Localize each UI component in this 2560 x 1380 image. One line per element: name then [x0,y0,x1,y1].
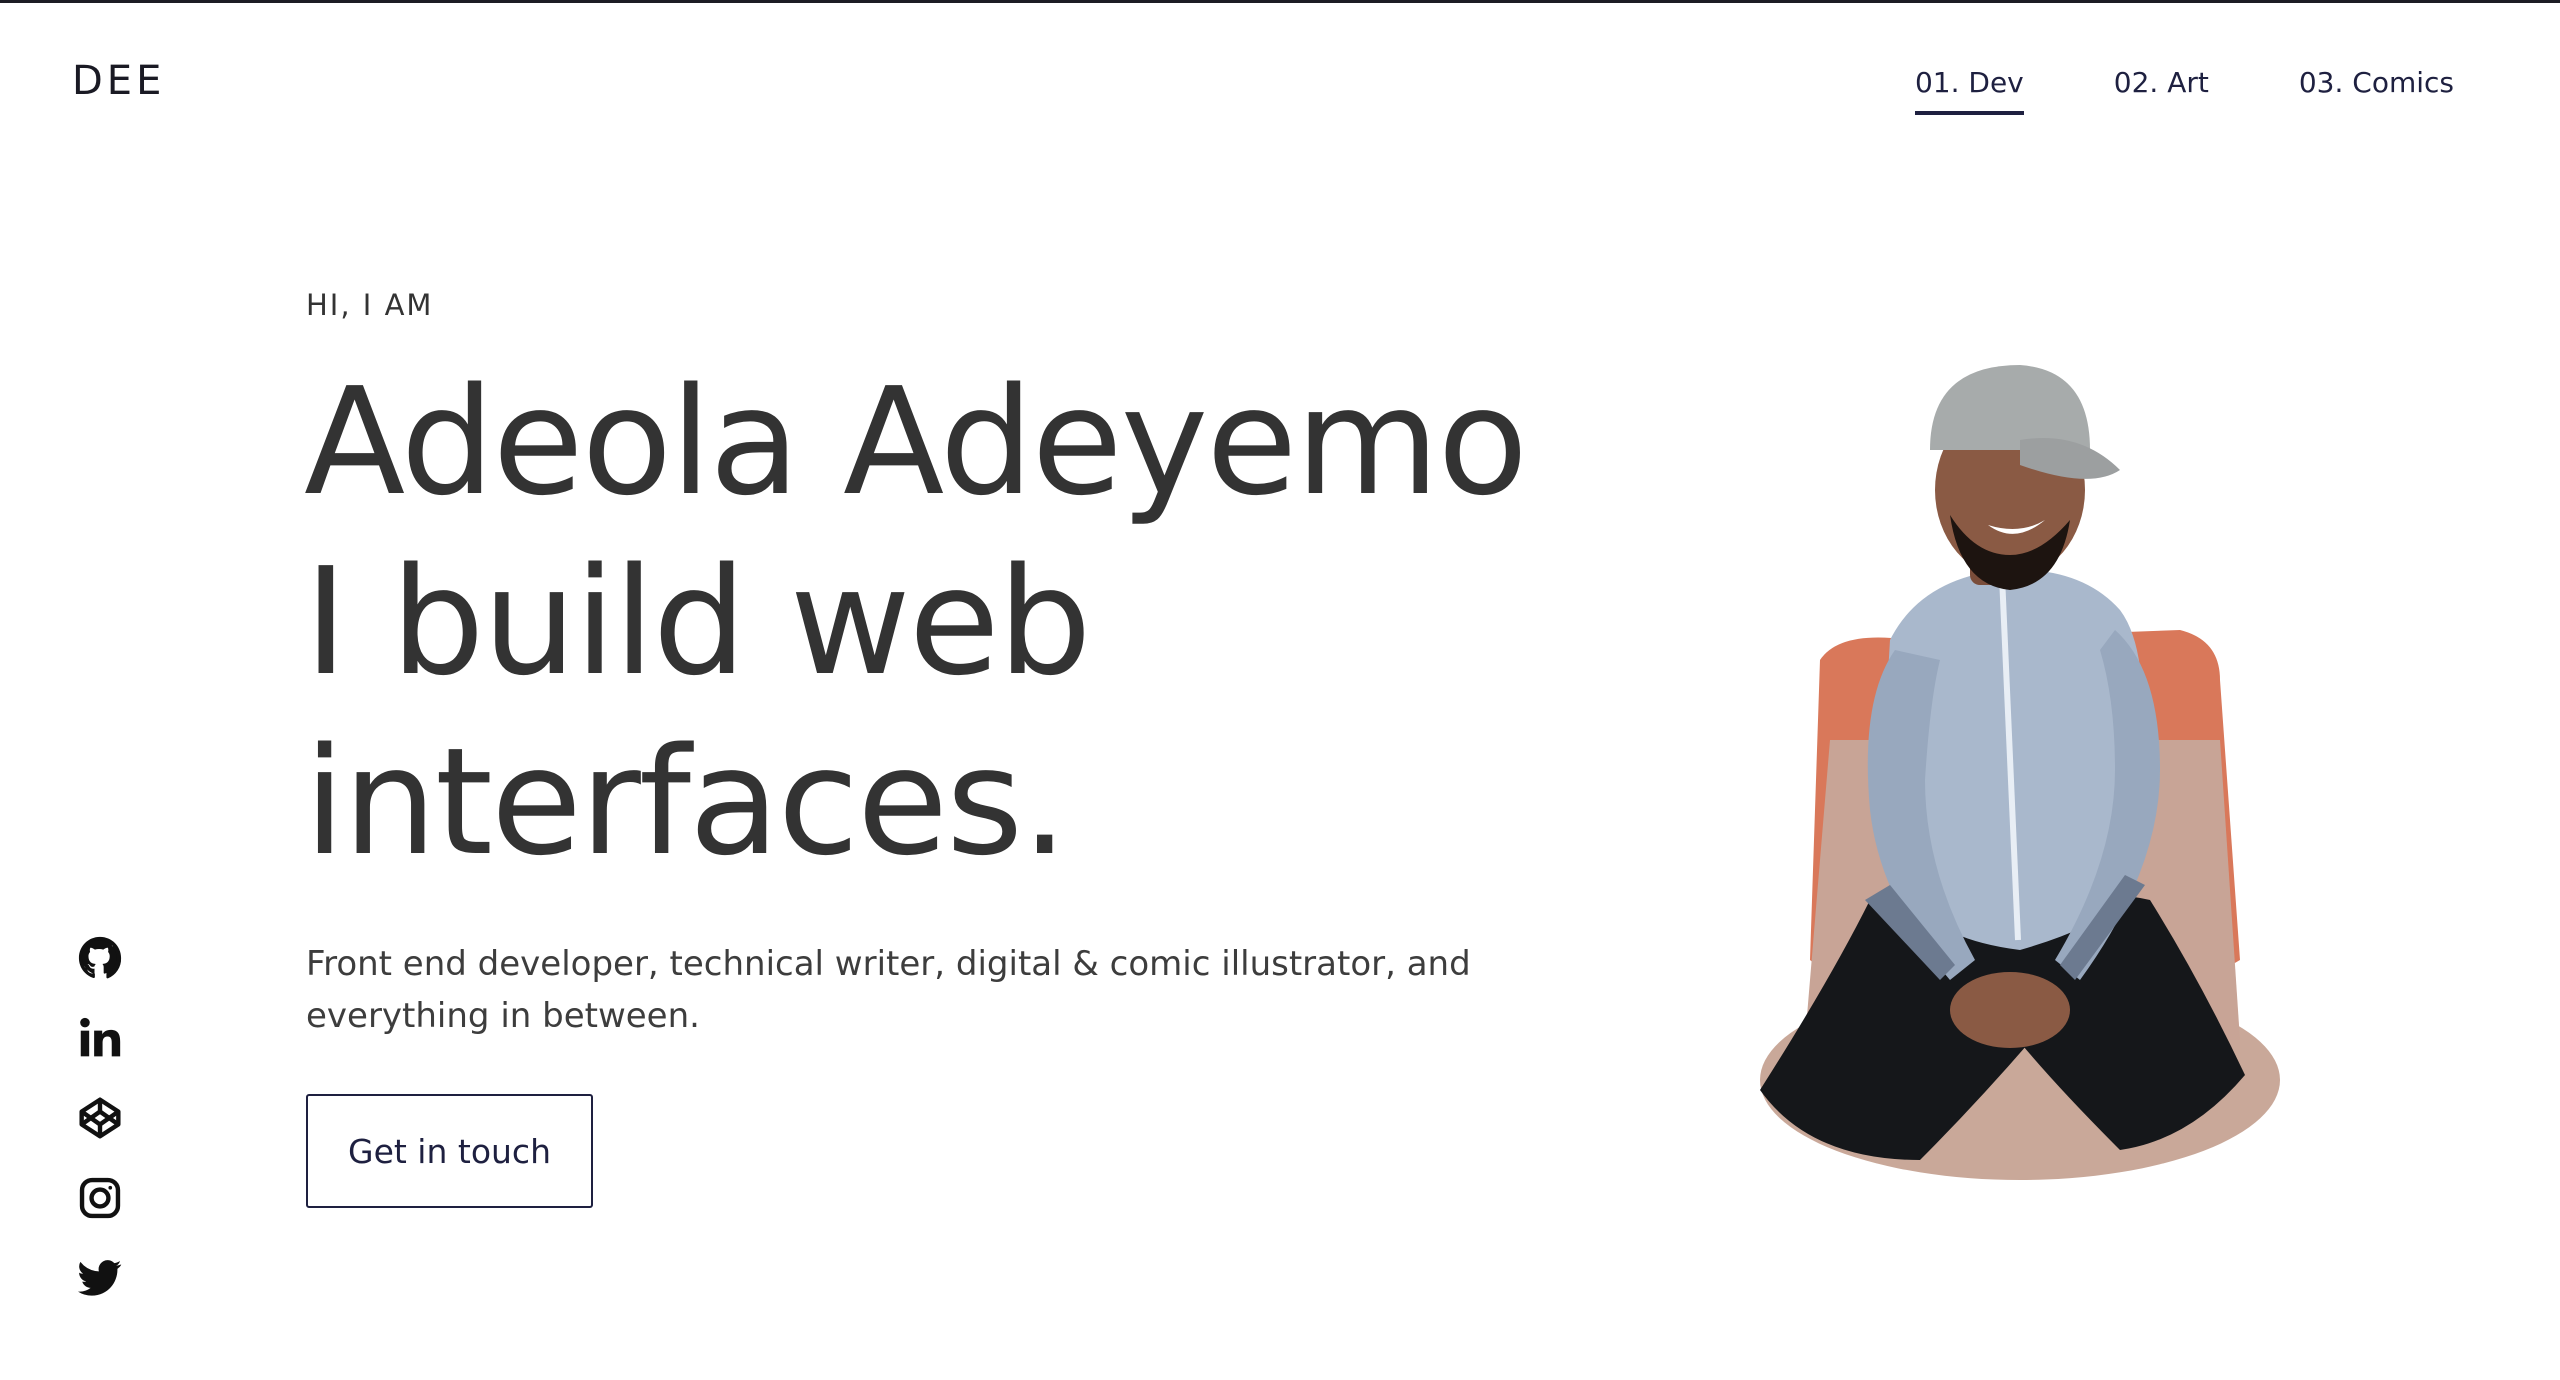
hero-eyebrow: HI, I AM [306,288,434,322]
cap [1930,365,2090,450]
headline-line-name: Adeola Adeyemo [304,356,1528,528]
github-link[interactable] [76,936,124,980]
hero-headline: Adeola Adeyemo I build web interfaces. [304,352,1704,892]
portrait-illustration [1760,365,2280,1180]
headline-line-3: interfaces. [304,716,1068,888]
site-logo[interactable]: DEE [72,58,165,104]
linkedin-icon [80,1017,121,1057]
instagram-link[interactable] [76,1176,124,1220]
nav-link-comics[interactable]: 03. Comics [2299,66,2454,99]
github-icon [78,936,122,979]
headline-line-2: I build web [304,536,1092,708]
codepen-link[interactable] [76,1096,124,1140]
twitter-link[interactable] [76,1256,124,1300]
page: DEE 01. Dev 02. Art 03. Comics HI, I AM … [0,0,2560,1380]
instagram-icon [79,1177,121,1219]
nav-link-art[interactable]: 02. Art [2114,66,2209,99]
hero-intro: Front end developer, technical writer, d… [306,944,1471,1036]
main-nav: 01. Dev 02. Art 03. Comics [1914,66,2454,115]
social-links [76,936,124,1300]
linkedin-link[interactable] [76,1016,124,1060]
codepen-icon [79,1097,121,1139]
hands [1950,972,2070,1048]
top-border [0,0,2560,3]
nav-link-dev[interactable]: 01. Dev [1914,66,2024,115]
twitter-icon [78,1260,122,1296]
get-in-touch-button[interactable]: Get in touch [306,1094,593,1208]
